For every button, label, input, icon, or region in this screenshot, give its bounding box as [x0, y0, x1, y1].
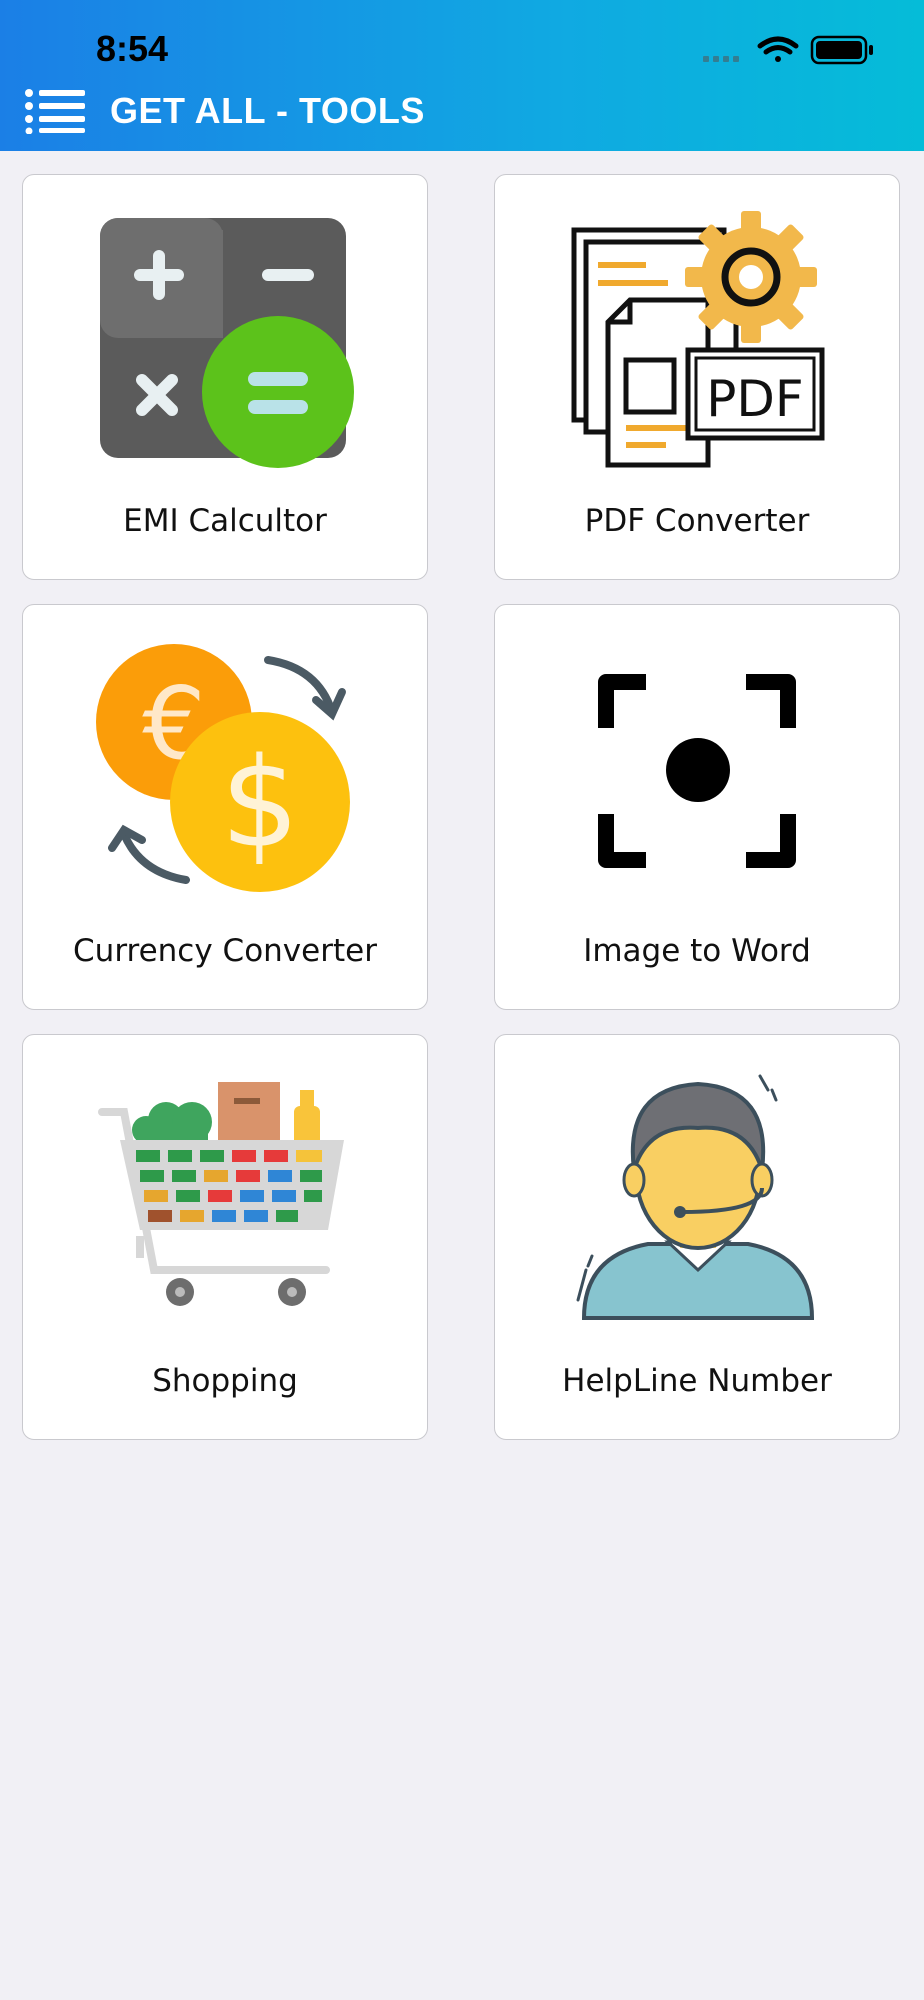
tool-card-pdf-converter[interactable]: PDF PDF Converter: [494, 174, 900, 580]
focus-scan-icon: [598, 674, 796, 868]
tool-card-image-to-word[interactable]: Image to Word: [494, 604, 900, 1010]
page-title: GET ALL - TOOLS: [110, 90, 425, 131]
tool-card-shopping[interactable]: Shopping: [22, 1034, 428, 1440]
calculator-icon: [100, 218, 354, 468]
tool-label: Shopping: [152, 1363, 298, 1399]
tool-label: HelpLine Number: [562, 1363, 832, 1399]
tool-card-emi-calculator[interactable]: EMI Calcultor: [22, 174, 428, 580]
tool-label: Image to Word: [583, 933, 811, 969]
shopping-cart-icon: [98, 1082, 344, 1306]
cellular-signal-icon: [703, 56, 739, 62]
tool-label: EMI Calcultor: [123, 503, 327, 539]
tool-card-currency-converter[interactable]: € $ Currency Converter: [22, 604, 428, 1010]
support-agent-icon: [576, 1074, 815, 1320]
battery-icon: [810, 35, 873, 65]
status-time: 8:54: [96, 28, 169, 69]
tool-label: Currency Converter: [73, 933, 377, 969]
pdf-glyph: PDF: [706, 370, 803, 428]
tool-card-helpline-number[interactable]: HelpLine Number: [494, 1034, 900, 1440]
currency-exchange-icon: € $: [96, 644, 350, 892]
dollar-glyph: $: [221, 732, 300, 876]
menu-icon[interactable]: [24, 88, 86, 134]
status-icons: [703, 35, 873, 65]
pdf-gear-icon: PDF: [571, 211, 825, 468]
app-header: 8:54 GET ALL - TOOLS: [0, 0, 924, 151]
tool-label: PDF Converter: [584, 503, 810, 539]
wifi-icon: [757, 36, 799, 62]
